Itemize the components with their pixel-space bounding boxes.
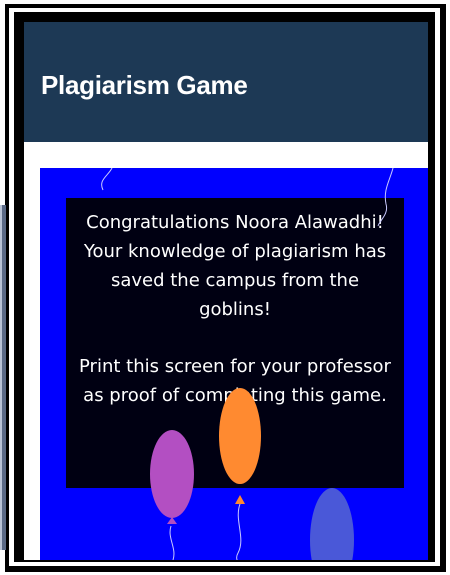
balloon-body (310, 488, 354, 560)
balloon-body (219, 388, 261, 484)
balloon-knot (167, 517, 177, 524)
balloon-string (236, 503, 242, 560)
balloon-string (377, 168, 394, 227)
background-window-edge (0, 205, 6, 550)
balloon-knot (235, 495, 245, 504)
balloon-string (101, 168, 113, 191)
balloon-body (150, 430, 194, 518)
purple-balloon[interactable] (150, 430, 194, 560)
blue-balloon[interactable] (310, 488, 354, 560)
game-page: Plagiarism Game Congratulations Noora Al… (24, 22, 428, 560)
orange-balloon[interactable] (219, 388, 261, 560)
balloon-string (169, 525, 175, 560)
page-title: Plagiarism Game (41, 70, 248, 100)
page-header: Plagiarism Game (24, 22, 428, 142)
balloons-layer (101, 168, 394, 560)
game-canvas[interactable]: Congratulations Noora Alawadhi! Your kno… (40, 168, 428, 560)
